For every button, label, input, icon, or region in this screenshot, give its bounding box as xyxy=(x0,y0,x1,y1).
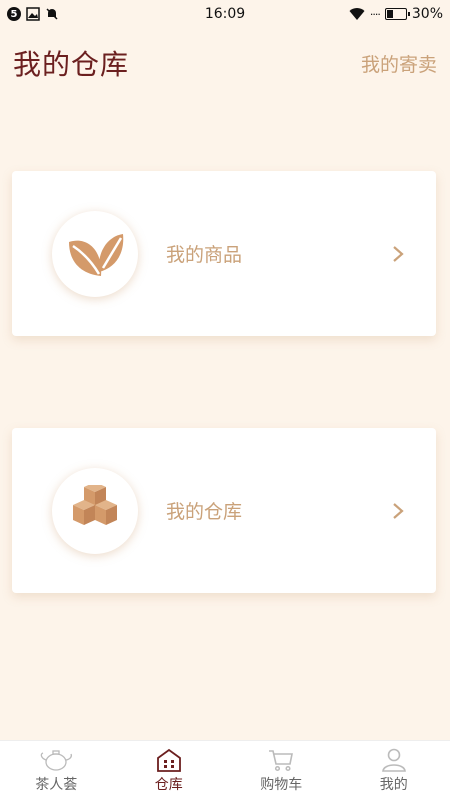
bottom-tab-bar: 茶人荟 仓库 购物车 我的 xyxy=(0,740,450,800)
my-warehouse-card[interactable]: 我的仓库 xyxy=(12,428,436,593)
status-bar: 5 16:09 ···· 30% xyxy=(0,0,450,28)
header: 我的仓库 我的寄卖 xyxy=(0,38,450,88)
tab-label: 我的 xyxy=(379,776,408,793)
chevron-right-icon xyxy=(393,245,404,262)
tab-label: 购物车 xyxy=(260,776,303,793)
card-label: 我的商品 xyxy=(166,244,243,266)
wifi-icon xyxy=(349,7,365,20)
card-label: 我的仓库 xyxy=(166,501,243,523)
image-icon xyxy=(26,7,40,21)
tab-tea-club[interactable]: 茶人荟 xyxy=(0,741,113,800)
chevron-right-icon xyxy=(393,502,404,519)
boxes-icon xyxy=(73,485,117,525)
tab-profile[interactable]: 我的 xyxy=(338,741,450,800)
card-icon-container xyxy=(52,468,138,554)
tea-leaf-icon xyxy=(69,234,124,276)
signal-dots: ···· xyxy=(369,7,381,21)
mute-bell-icon xyxy=(46,8,58,20)
profile-icon xyxy=(381,748,406,772)
tab-warehouse[interactable]: 仓库 xyxy=(113,741,226,800)
tab-label: 仓库 xyxy=(154,776,183,793)
tab-cart[interactable]: 购物车 xyxy=(225,741,338,800)
warehouse-icon xyxy=(156,748,181,772)
card-icon-container xyxy=(52,211,138,297)
cart-icon xyxy=(269,749,294,771)
my-products-card[interactable]: 我的商品 xyxy=(12,171,436,336)
my-consignment-link[interactable]: 我的寄卖 xyxy=(361,50,437,77)
status-left: 5 xyxy=(7,7,59,21)
status-right: ···· 30% xyxy=(349,6,443,22)
page-title: 我的仓库 xyxy=(13,48,130,81)
teapot-icon xyxy=(40,749,73,771)
notification-badge: 5 xyxy=(7,7,21,21)
tab-label: 茶人荟 xyxy=(35,776,78,793)
battery-icon xyxy=(384,8,410,20)
battery-percent: 30% xyxy=(411,6,443,22)
